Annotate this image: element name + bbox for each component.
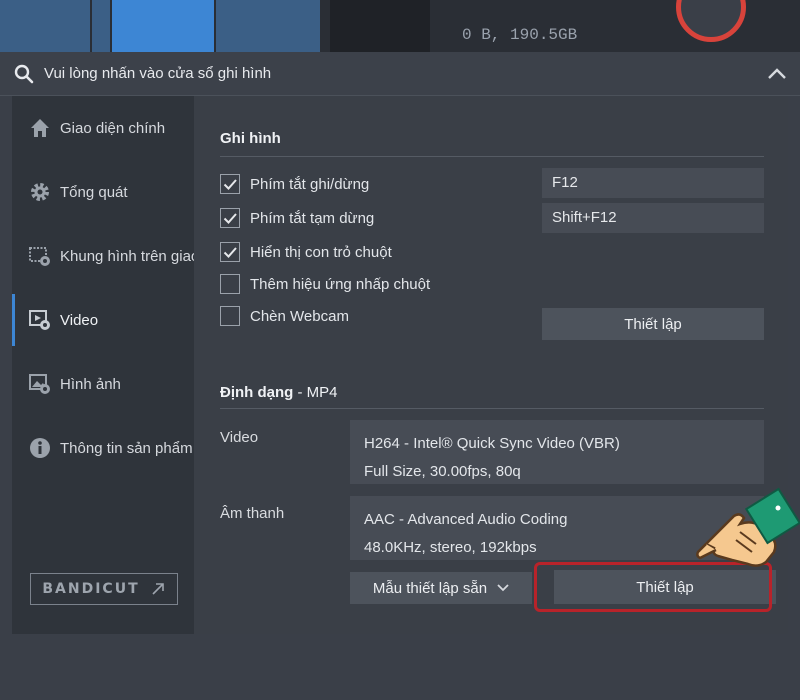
sidebar-item-label: Thông tin sản phẩm	[60, 439, 193, 457]
bottom-area	[0, 634, 800, 700]
section-divider	[220, 408, 764, 409]
bandicut-logo: BANDICUT	[42, 581, 140, 597]
record-button[interactable]	[676, 0, 746, 42]
checkbox[interactable]	[220, 208, 240, 228]
pause-hotkey-field[interactable]: Shift+F12	[542, 203, 764, 233]
image-settings-icon	[29, 374, 50, 394]
checkbox[interactable]	[220, 174, 240, 194]
video-format-box[interactable]: H264 - Intel® Quick Sync Video (VBR) Ful…	[350, 420, 764, 484]
checkbox-webcam[interactable]: Chèn Webcam	[220, 305, 349, 327]
presets-dropdown-button[interactable]: Mẫu thiết lập sẵn	[350, 572, 532, 604]
toolbar-segment[interactable]	[216, 0, 320, 52]
format-title: Định dạng	[220, 384, 294, 401]
sidebar-item-video[interactable]: Video	[12, 294, 194, 346]
toolbar-dark-segment	[330, 0, 430, 52]
format-section-title: Định dạng - MP4	[220, 384, 338, 401]
audio-label: Âm thanh	[220, 505, 285, 522]
checkbox-label: Thêm hiệu ứng nhấp chuột	[250, 275, 431, 293]
checkbox-label: Phím tắt tạm dừng	[250, 209, 375, 227]
webcam-settings-button[interactable]: Thiết lập	[542, 308, 764, 340]
format-container: MP4	[306, 384, 338, 401]
checkbox-record-hotkey[interactable]: Phím tắt ghi/dừng	[220, 173, 369, 195]
search-icon	[14, 64, 34, 84]
gear-icon	[31, 183, 49, 201]
chevron-down-icon	[497, 584, 509, 592]
sidebar-item-frame[interactable]: Khung hình trên giao diện	[12, 230, 194, 282]
video-params-text: Full Size, 30.00fps, 80q	[364, 463, 521, 480]
toolbar-segment-active[interactable]	[112, 0, 214, 52]
disk-size-text: 0 B, 190.5GB	[462, 26, 578, 44]
video-settings-icon	[29, 310, 50, 330]
frame-settings-icon	[29, 247, 50, 266]
checkbox[interactable]	[220, 242, 240, 262]
settings-panel: Giao diện chính Tổng quát Khung hình trê…	[12, 96, 788, 634]
sidebar-item-label: Video	[60, 311, 99, 329]
toolbar-segment[interactable]	[92, 0, 110, 52]
external-link-icon	[152, 583, 164, 595]
pointing-hand-icon	[696, 487, 800, 567]
sidebar-item-label: Hình ảnh	[60, 375, 121, 393]
sidebar-item-label: Khung hình trên giao diện	[60, 247, 194, 265]
checkbox-label: Phím tắt ghi/dừng	[250, 175, 370, 193]
toolbar-segment[interactable]	[0, 0, 90, 52]
sidebar-item-product-info[interactable]: Thông tin sản phẩm	[12, 422, 194, 474]
sidebar-item-image[interactable]: Hình ảnh	[12, 358, 194, 410]
checkbox-show-cursor[interactable]: Hiển thị con trỏ chuột	[220, 241, 392, 263]
home-icon	[31, 119, 49, 137]
chevron-up-icon[interactable]	[766, 64, 788, 84]
checkbox-label: Chèn Webcam	[250, 307, 349, 325]
sidebar-item-main-ui[interactable]: Giao diện chính	[12, 102, 194, 154]
checkbox-pause-hotkey[interactable]: Phím tắt tạm dừng	[220, 207, 374, 229]
bandicut-link-button[interactable]: BANDICUT	[30, 573, 178, 605]
info-icon	[30, 438, 50, 458]
video-label: Video	[220, 429, 259, 446]
audio-params-text: 48.0KHz, stereo, 192kbps	[364, 539, 537, 556]
top-toolbar-strip: 0 B, 190.5GB	[0, 0, 800, 52]
video-codec-text: H264 - Intel® Quick Sync Video (VBR)	[364, 435, 620, 452]
presets-label: Mẫu thiết lập sẵn	[372, 579, 488, 597]
checkbox[interactable]	[220, 306, 240, 326]
sidebar-item-label: Tổng quát	[60, 183, 128, 201]
sidebar-item-label: Giao diện chính	[60, 119, 166, 137]
checkbox-click-effect[interactable]: Thêm hiệu ứng nhấp chuột	[220, 273, 430, 295]
format-separator: -	[293, 384, 307, 401]
audio-codec-text: AAC - Advanced Audio Coding	[364, 511, 568, 528]
checkbox-label: Hiển thị con trỏ chuột	[250, 243, 392, 261]
header-title: Vui lòng nhấn vào cửa sổ ghi hình	[44, 65, 272, 82]
sidebar: Giao diện chính Tổng quát Khung hình trê…	[12, 96, 194, 634]
section-divider	[220, 156, 764, 157]
window-header[interactable]: Vui lòng nhấn vào cửa sổ ghi hình	[0, 52, 800, 96]
record-section-title: Ghi hình	[220, 130, 281, 147]
record-hotkey-field[interactable]: F12	[542, 168, 764, 198]
sidebar-item-general[interactable]: Tổng quát	[12, 166, 194, 218]
checkbox[interactable]	[220, 274, 240, 294]
